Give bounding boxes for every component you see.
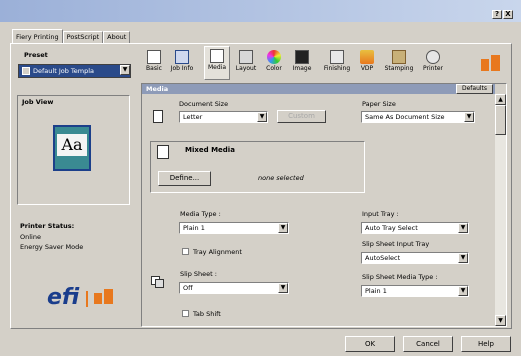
slip-sheet-input-tray-label: Slip Sheet Input Tray [362, 240, 430, 248]
slip-sheet-value: Off [183, 284, 193, 292]
printer-icon [426, 50, 440, 64]
fuji-logo-icon [94, 289, 114, 305]
job-info-icon [175, 50, 189, 64]
input-tray-dropdown[interactable]: Auto Tray Select ▼ [361, 222, 469, 234]
define-button[interactable]: Define... [158, 171, 211, 186]
mixed-media-label: Mixed Media [185, 146, 235, 154]
input-tray-value: Auto Tray Select [365, 224, 418, 232]
help-button[interactable]: Help [461, 336, 511, 352]
image-icon [295, 50, 309, 64]
efi-logo: efi [47, 285, 80, 310]
tool-basic[interactable]: Basic [142, 48, 166, 82]
cancel-button[interactable]: Cancel [403, 336, 453, 352]
vdp-icon [360, 50, 374, 64]
document-icon [153, 110, 163, 123]
document-size-dropdown[interactable]: Letter ▼ [179, 111, 268, 123]
document-size-value: Letter [183, 113, 203, 121]
chevron-down-icon[interactable]: ▼ [257, 112, 267, 122]
media-type-label: Media Type : [180, 210, 221, 218]
chevron-down-icon[interactable]: ▼ [120, 65, 130, 75]
tray-alignment-checkbox[interactable] [182, 248, 189, 255]
scroll-up-icon[interactable]: ▲ [495, 94, 506, 105]
fuji-xerox-icon [481, 55, 501, 71]
printer-status-label: Printer Status: [20, 222, 75, 230]
tab-shift-label: Tab Shift [193, 310, 221, 318]
slip-sheet-icon [151, 276, 165, 288]
close-button[interactable]: X [503, 10, 513, 19]
finishing-icon [330, 50, 344, 64]
paper-size-dropdown[interactable]: Same As Document Size ▼ [361, 111, 475, 123]
input-tray-label: Input Tray : [362, 210, 399, 218]
help-title-button[interactable]: ? [492, 10, 502, 19]
layout-icon [239, 50, 253, 64]
chevron-down-icon[interactable]: ▼ [278, 283, 288, 293]
tab-postscript[interactable]: PostScript [62, 31, 104, 43]
chevron-down-icon[interactable]: ▼ [458, 223, 468, 233]
paper-size-value: Same As Document Size [365, 113, 445, 121]
preset-label: Preset [24, 51, 48, 59]
paper-size-label: Paper Size [362, 100, 396, 108]
defaults-button[interactable]: Defaults [456, 84, 493, 94]
tool-color[interactable]: Color [262, 48, 286, 82]
ok-button[interactable]: OK [345, 336, 395, 352]
tab-bar: Fiery Printing PostScript About [12, 29, 131, 43]
tool-printer[interactable]: Printer [421, 48, 445, 82]
tool-vdp[interactable]: VDP [355, 48, 379, 82]
section-header: Media [142, 84, 495, 94]
slip-sheet-label: Slip Sheet : [180, 270, 217, 278]
tool-finishing[interactable]: Finishing [322, 48, 352, 82]
title-bar [0, 0, 521, 22]
tab-shift-checkbox[interactable] [182, 310, 189, 317]
tool-stamping[interactable]: Stamping [383, 48, 415, 82]
preset-icon [22, 67, 30, 75]
slip-sheet-media-type-value: Plain 1 [365, 287, 387, 295]
slip-sheet-media-type-label: Slip Sheet Media Type : [362, 273, 438, 281]
tab-fiery-printing[interactable]: Fiery Printing [12, 29, 63, 43]
preview-text: Aa [57, 134, 87, 156]
tool-image[interactable]: Image [290, 48, 314, 82]
media-type-value: Plain 1 [183, 224, 205, 232]
printer-status-line-1: Online [20, 233, 41, 241]
chevron-down-icon[interactable]: ▼ [458, 253, 468, 263]
preset-dropdown[interactable]: Default Job Templa ▼ [18, 64, 131, 78]
printer-status-line-2: Energy Saver Mode [20, 243, 84, 251]
tool-layout[interactable]: Layout [234, 48, 258, 82]
tab-about[interactable]: About [103, 31, 131, 43]
chevron-down-icon[interactable]: ▼ [458, 286, 468, 296]
slip-sheet-input-tray-value: AutoSelect [365, 254, 401, 262]
basic-icon [147, 50, 161, 64]
color-icon [267, 50, 281, 64]
slip-sheet-media-type-dropdown[interactable]: Plain 1 ▼ [361, 285, 469, 297]
mixed-media-status: none selected [258, 174, 304, 182]
scroll-down-icon[interactable]: ▼ [495, 315, 506, 326]
media-type-dropdown[interactable]: Plain 1 ▼ [179, 222, 289, 234]
media-icon [210, 49, 224, 63]
tray-alignment-label: Tray Alignment [193, 248, 242, 256]
stamping-icon [392, 50, 406, 64]
slip-sheet-input-tray-dropdown[interactable]: AutoSelect ▼ [361, 252, 469, 264]
custom-button[interactable]: Custom [277, 110, 326, 123]
job-view-label: Job View [22, 98, 54, 106]
vertical-scrollbar[interactable]: ▲ ▼ [495, 94, 506, 326]
document-size-label: Document Size [179, 100, 229, 108]
mixed-media-icon [157, 145, 169, 159]
section-title: Media [146, 85, 169, 93]
logo-divider [86, 291, 88, 307]
slip-sheet-dropdown[interactable]: Off ▼ [179, 282, 289, 294]
chevron-down-icon[interactable]: ▼ [278, 223, 288, 233]
tool-job-info[interactable]: Job Info [170, 48, 194, 82]
job-preview: Aa [53, 125, 91, 171]
chevron-down-icon[interactable]: ▼ [464, 112, 474, 122]
preset-value: Default Job Templa [33, 67, 95, 75]
tool-media[interactable]: Media [204, 46, 230, 80]
scroll-thumb[interactable] [495, 105, 506, 135]
